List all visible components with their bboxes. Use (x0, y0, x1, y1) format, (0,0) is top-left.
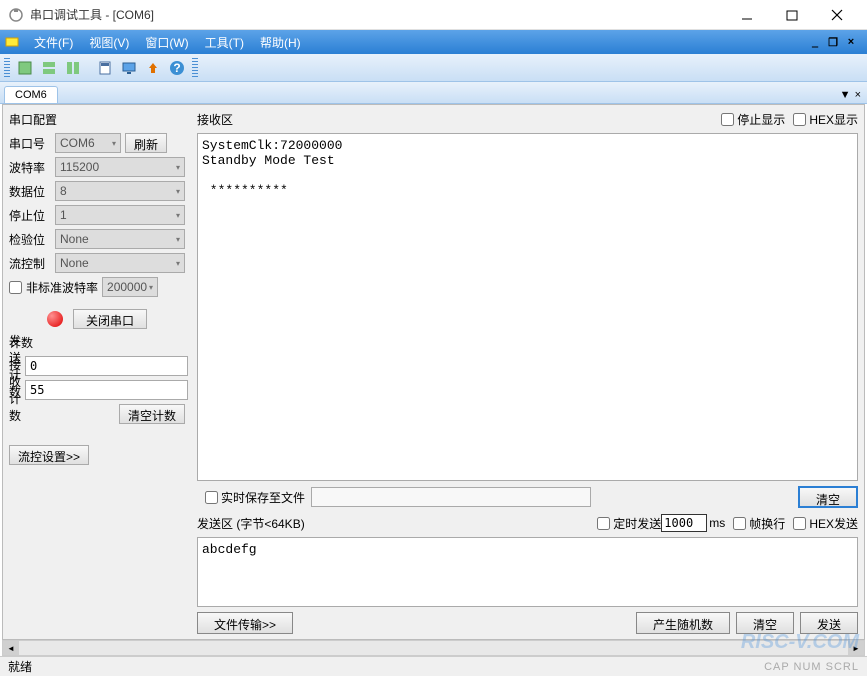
send-interval-input[interactable] (661, 514, 707, 532)
maximize-button[interactable] (769, 1, 814, 29)
recv-textarea[interactable]: SystemClk:72000000 Standby Mode Test ***… (197, 133, 858, 481)
file-transfer-button[interactable]: 文件传输>> (197, 612, 293, 634)
tab-dropdown-icon[interactable]: ▼ (840, 89, 851, 101)
scroll-left-icon[interactable]: ◄ (3, 641, 19, 655)
port-select[interactable]: COM6▾ (55, 133, 121, 153)
menu-help[interactable]: 帮助(H) (252, 32, 309, 53)
app-menu-icon (4, 34, 20, 50)
app-icon (8, 7, 24, 23)
connection-status-icon (47, 311, 63, 327)
clear-count-button[interactable]: 清空计数 (119, 404, 185, 424)
status-indicators: CAP NUM SCRL (764, 661, 859, 673)
send-clear-button[interactable]: 清空 (736, 612, 794, 634)
mdi-restore[interactable]: ❐ (825, 35, 841, 49)
baud-label: 波特率 (9, 159, 51, 176)
timed-send-checkbox[interactable] (597, 517, 610, 530)
menu-tools[interactable]: 工具(T) (197, 32, 252, 53)
timed-send-label: 定时发送 (613, 515, 661, 532)
baud-select[interactable]: 115200▾ (55, 157, 185, 177)
tb-monitor-icon[interactable] (118, 57, 140, 79)
config-title: 串口配置 (9, 109, 185, 130)
stop-display-label: 停止显示 (737, 111, 785, 128)
interval-unit: ms (709, 516, 725, 530)
send-button[interactable]: 发送 (800, 612, 858, 634)
stop-display-checkbox[interactable] (721, 113, 734, 126)
nonstd-baud-select[interactable]: 200000▾ (102, 277, 158, 297)
horizontal-scrollbar[interactable]: ◄ ► (2, 640, 865, 656)
flow-label: 流控制 (9, 255, 51, 272)
parity-label: 检验位 (9, 231, 51, 248)
tb-help-icon[interactable]: ? (166, 57, 188, 79)
client-area: 串口配置 串口号 COM6▾ 刷新 波特率 115200▾ 数据位 8▾ 停止位… (2, 104, 865, 640)
stopbits-label: 停止位 (9, 207, 51, 224)
toolbar: ? (0, 54, 867, 82)
frame-wrap-checkbox[interactable] (733, 517, 746, 530)
mdi-close[interactable]: × (843, 35, 859, 49)
minimize-button[interactable] (724, 1, 769, 29)
scroll-right-icon[interactable]: ► (848, 641, 864, 655)
tb-new-icon[interactable] (14, 57, 36, 79)
save-file-path-input[interactable] (311, 487, 591, 507)
nonstd-baud-checkbox[interactable] (9, 281, 22, 294)
statusbar: 就绪 CAP NUM SCRL (0, 656, 867, 676)
menubar: 文件(F) 视图(V) 窗口(W) 工具(T) 帮助(H) ‗ ❐ × (0, 30, 867, 54)
tb-split-v-icon[interactable] (62, 57, 84, 79)
tab-com6[interactable]: COM6 (4, 86, 58, 103)
flow-settings-button[interactable]: 流控设置>> (9, 445, 89, 465)
titlebar: 串口调试工具 - [COM6] (0, 0, 867, 30)
window-title: 串口调试工具 - [COM6] (30, 6, 724, 23)
recv-clear-button[interactable]: 清空 (798, 486, 858, 508)
port-label: 串口号 (9, 135, 51, 152)
tb-calc-icon[interactable] (94, 57, 116, 79)
close-port-button[interactable]: 关闭串口 (73, 309, 147, 329)
realtime-save-checkbox[interactable] (205, 491, 218, 504)
hex-display-checkbox[interactable] (793, 113, 806, 126)
flow-select[interactable]: None▾ (55, 253, 185, 273)
hex-send-checkbox[interactable] (793, 517, 806, 530)
databits-label: 数据位 (9, 183, 51, 200)
send-count-field[interactable] (25, 356, 188, 376)
stopbits-select[interactable]: 1▾ (55, 205, 185, 225)
tabstrip: COM6 ▼ × (0, 82, 867, 104)
gen-random-button[interactable]: 产生随机数 (636, 612, 730, 634)
databits-select[interactable]: 8▾ (55, 181, 185, 201)
svg-text:?: ? (173, 61, 180, 75)
count-title: 计数 (9, 332, 185, 353)
menu-window[interactable]: 窗口(W) (137, 32, 196, 53)
mdi-minimize[interactable]: ‗ (807, 35, 823, 49)
tab-close-icon[interactable]: × (855, 89, 861, 101)
toolbar-grip (4, 58, 10, 78)
send-textarea[interactable]: abcdefg (197, 537, 858, 607)
send-title: 发送区 (字节<64KB) (197, 515, 589, 532)
right-panel: 接收区 停止显示 HEX显示 SystemClk:72000000 Standb… (191, 105, 864, 639)
hex-send-label: HEX发送 (809, 515, 858, 532)
nonstd-baud-label: 非标准波特率 (26, 279, 98, 296)
recv-count-field[interactable] (25, 380, 188, 400)
status-text: 就绪 (8, 658, 764, 675)
recv-title: 接收区 (197, 111, 713, 128)
close-button[interactable] (814, 1, 859, 29)
menu-file[interactable]: 文件(F) (26, 32, 81, 53)
menu-view[interactable]: 视图(V) (81, 32, 137, 53)
tb-split-h-icon[interactable] (38, 57, 60, 79)
config-panel: 串口配置 串口号 COM6▾ 刷新 波特率 115200▾ 数据位 8▾ 停止位… (3, 105, 191, 639)
frame-wrap-label: 帧换行 (749, 515, 785, 532)
toolbar-grip-end (192, 58, 198, 78)
tb-upload-icon[interactable] (142, 57, 164, 79)
hex-display-label: HEX显示 (809, 111, 858, 128)
parity-select[interactable]: None▾ (55, 229, 185, 249)
realtime-save-label: 实时保存至文件 (221, 489, 305, 506)
refresh-button[interactable]: 刷新 (125, 133, 167, 153)
